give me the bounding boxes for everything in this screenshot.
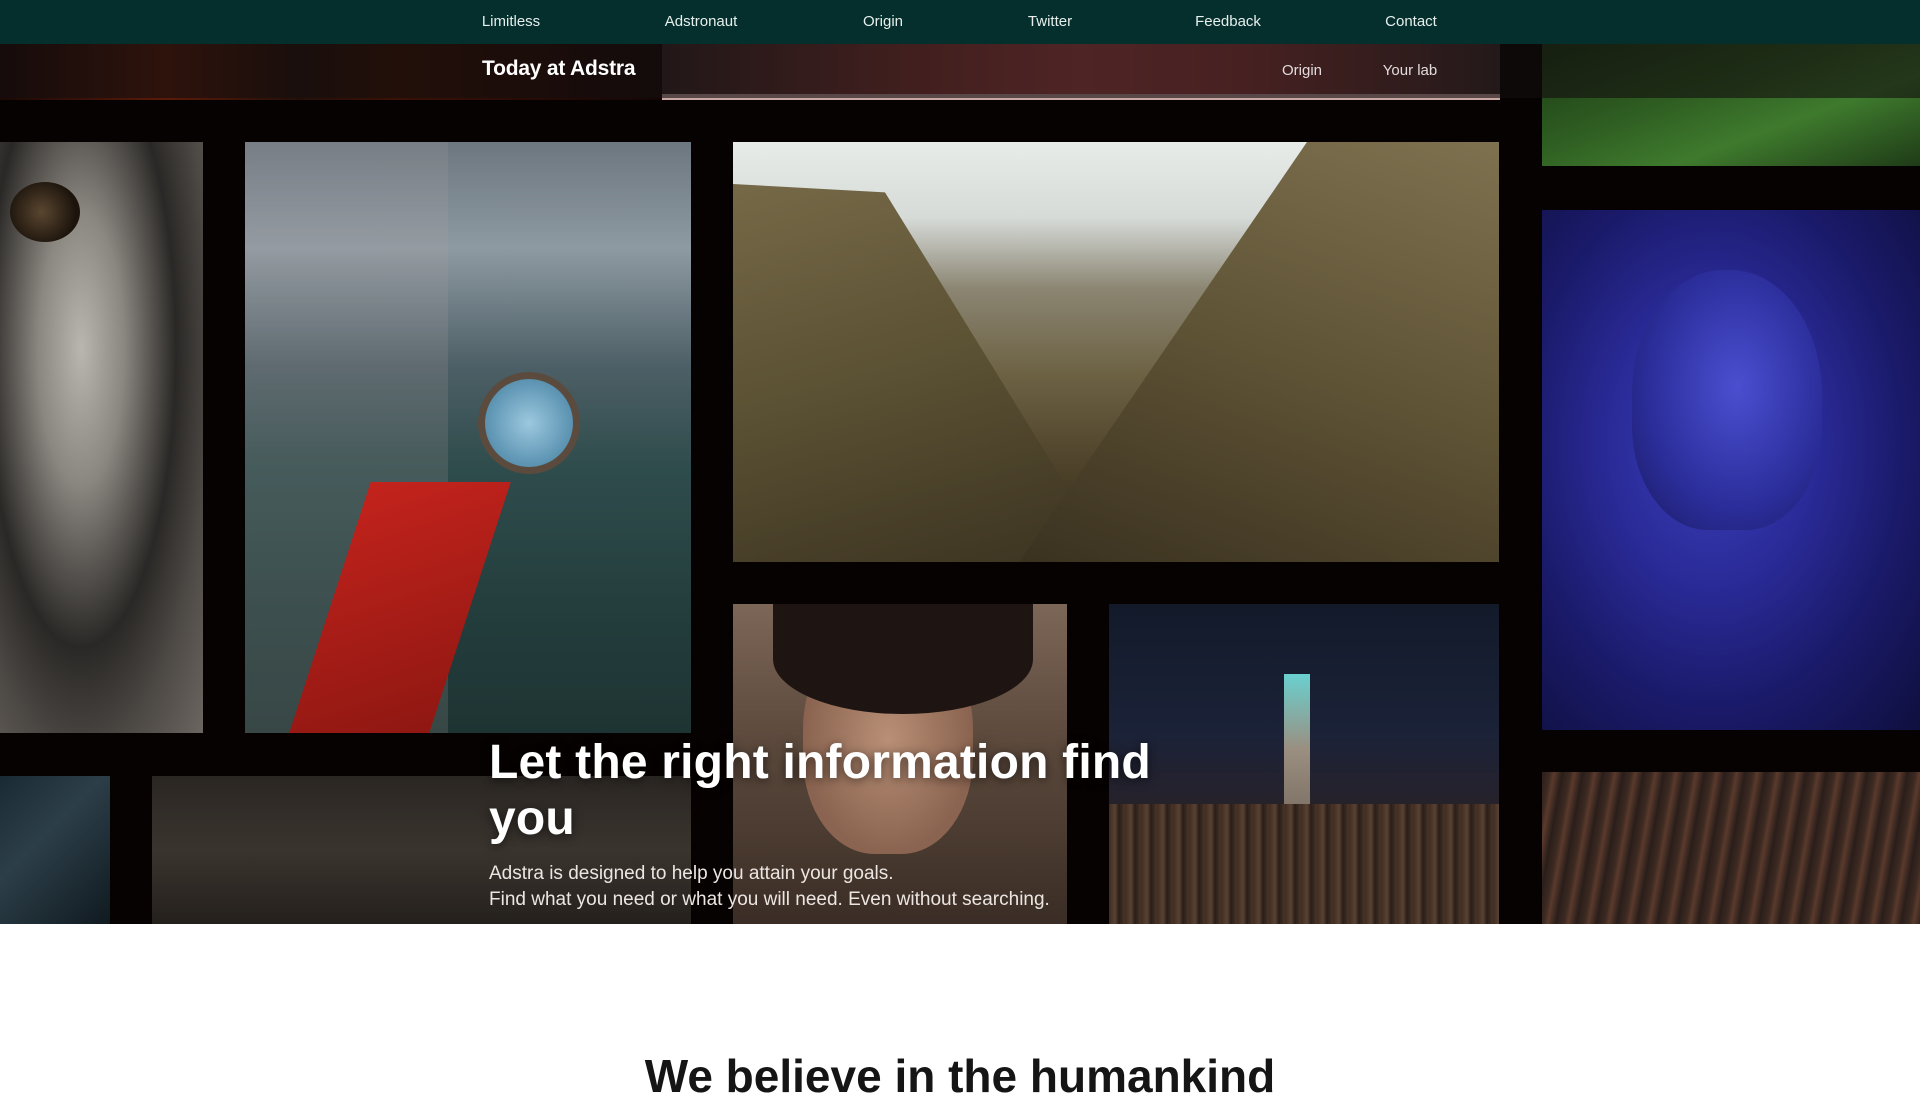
hero-description: Adstra is designed to help you attain yo… — [489, 861, 1249, 913]
nav-link-origin[interactable]: Origin — [863, 0, 903, 43]
section-title: We believe in the humankind — [644, 1050, 1276, 1102]
hero-title: Let the right information find you — [489, 736, 1151, 845]
brand-title[interactable]: Today at Adstra — [482, 44, 636, 94]
nav-link-contact[interactable]: Contact — [1385, 0, 1437, 43]
nav-link-twitter[interactable]: Twitter — [1028, 0, 1072, 43]
gallery-image-mountain-canyon — [733, 142, 1499, 562]
hero-text-block: Let the right information find you Adstr… — [489, 735, 1249, 913]
nav-link-adstronaut[interactable]: Adstronaut — [665, 0, 738, 43]
subnav-link-your-lab[interactable]: Your lab — [1383, 44, 1438, 98]
subnav-link-origin[interactable]: Origin — [1282, 44, 1322, 98]
gallery-image-woman-glitter-blue-light — [1542, 210, 1920, 730]
nav-link-feedback[interactable]: Feedback — [1195, 0, 1261, 43]
hero-description-line2: Find what you need or what you will need… — [489, 889, 1050, 910]
hero-gallery: Let the right information find you Adstr… — [0, 44, 1920, 924]
gallery-image-bottom-right — [1542, 772, 1920, 924]
top-navigation: Limitless Adstronaut Origin Twitter Feed… — [0, 0, 1920, 44]
nav-link-limitless[interactable]: Limitless — [482, 0, 540, 43]
gallery-image-astronaut-on-moon — [0, 142, 203, 733]
hero-description-line1: Adstra is designed to help you attain yo… — [489, 863, 894, 884]
gallery-image-architecture-lines — [0, 776, 110, 924]
gallery-image-hand-holding-compass — [245, 142, 691, 733]
sub-header-bar: Today at Adstra Origin Your lab — [0, 44, 1920, 98]
